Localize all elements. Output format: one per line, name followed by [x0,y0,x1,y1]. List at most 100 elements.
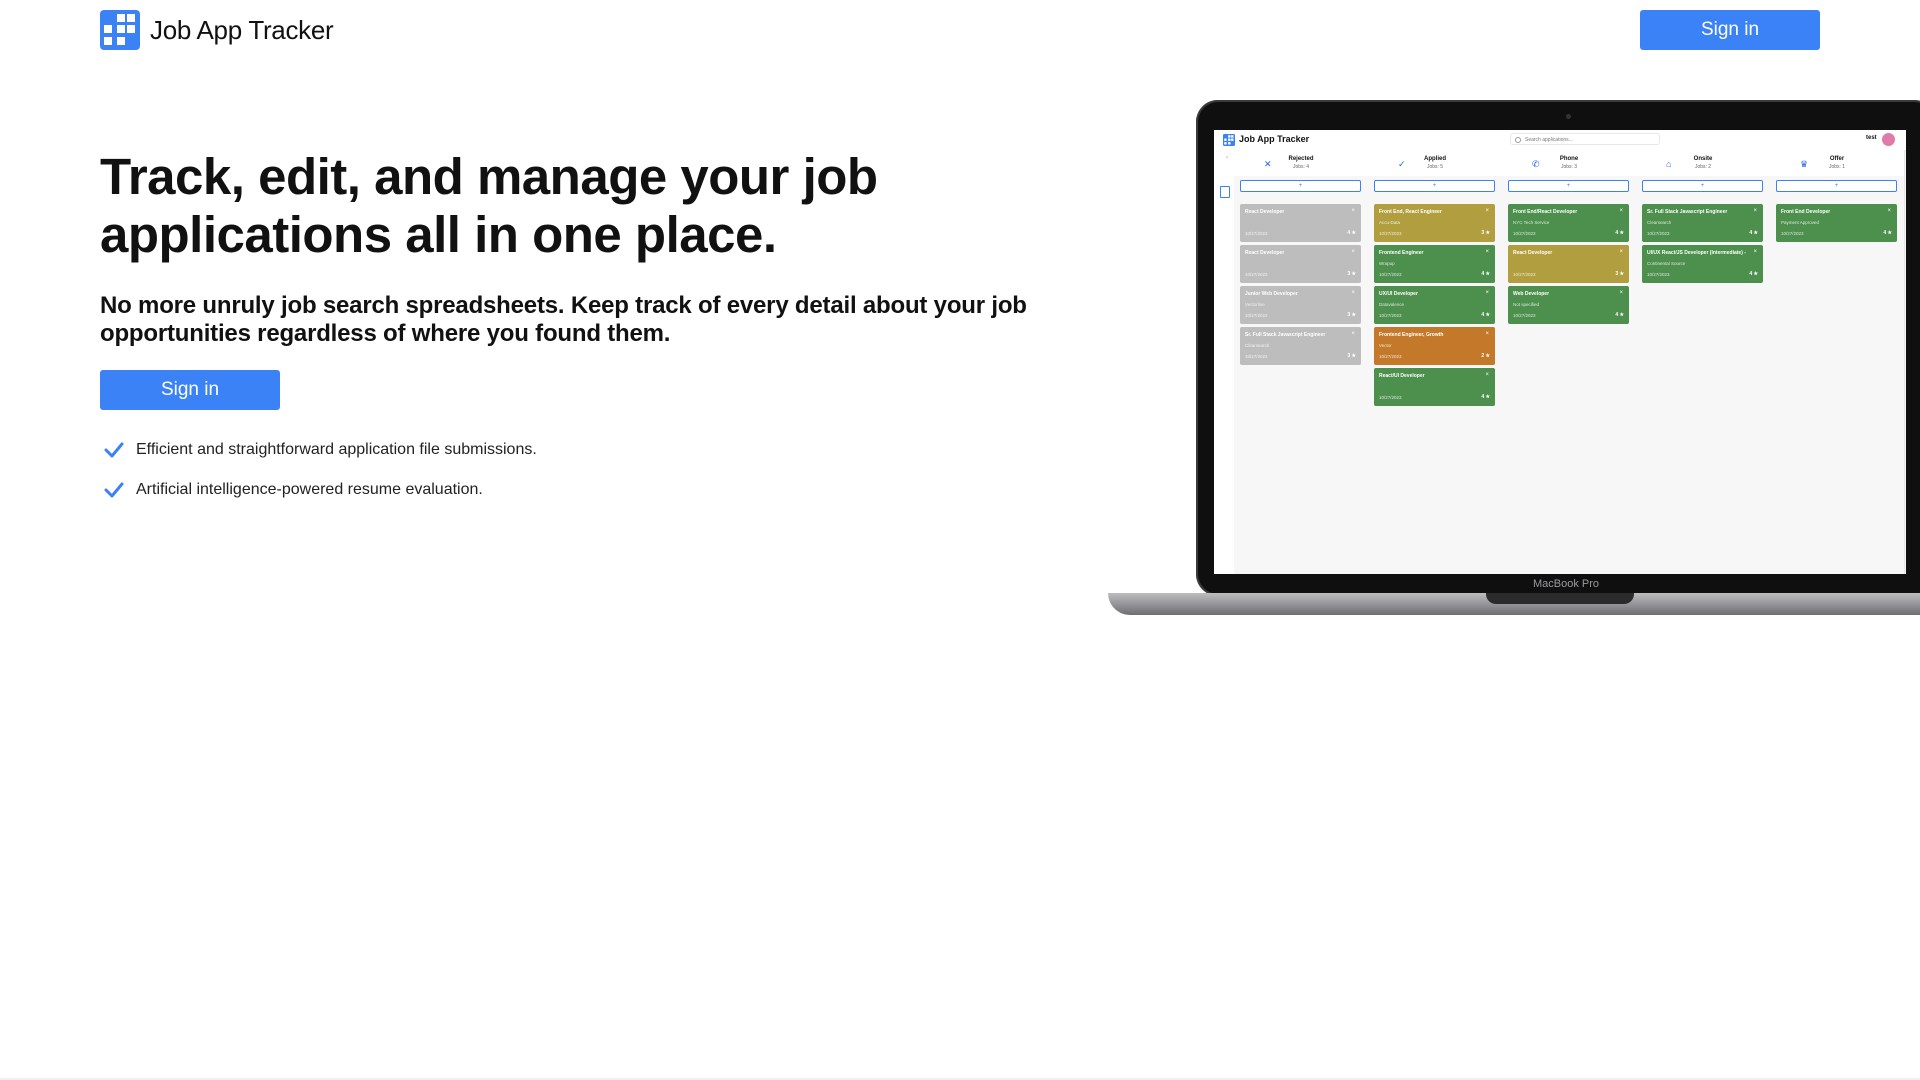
hero-headline: Track, edit, and manage your job applica… [100,148,878,263]
expand-icon: › [1226,155,1228,161]
rating-value: 4 [1481,312,1485,318]
job-card-company: Not specified [1513,302,1540,307]
column-header: ✆ Phone Jobs: 3 [1502,150,1636,176]
brand[interactable]: Job App Tracker [100,10,334,50]
checkmark-icon [104,442,124,458]
job-card-date: 10/27/2023 [1379,231,1402,236]
feature-text: Efficient and straightforward applicatio… [136,441,537,458]
job-card: React/UI Developer × 10/27/2023 4 ★ [1374,368,1495,406]
rating-value: 4 [1481,394,1485,400]
job-card-date: 10/27/2023 [1513,313,1536,318]
column-header: ✕ Rejected Jobs: 4 [1234,150,1368,176]
job-card-date: 10/27/2023 [1513,231,1536,236]
job-card-company: Vector [1379,343,1392,348]
mini-app-search: Search applications... [1510,133,1660,145]
job-card-rating: 4 ★ [1481,394,1490,400]
close-icon: × [1485,331,1489,337]
job-card-date: 10/27/2023 [1245,272,1268,277]
column-count: Jobs: 1 [1828,164,1846,170]
column-title: Applied [1424,156,1446,162]
mini-app-logo-icon [1223,134,1235,146]
rating-value: 3 [1347,353,1351,359]
job-card: Junior Web Developer × Vectorline 10/27/202… [1240,286,1361,324]
app-name: Job App Tracker [150,14,334,45]
column-header: ♛ Offer Jobs: 1 [1770,150,1904,176]
rating-value: 3 [1347,312,1351,318]
kanban-column: ✆ Phone Jobs: 3 + Front End/React Developer ×… [1502,150,1637,574]
column-count: Jobs: 2 [1694,164,1712,170]
job-card-date: 10/27/2023 [1647,231,1670,236]
job-card-rating: 4 ★ [1883,230,1892,236]
close-icon: × [1753,208,1757,214]
close-icon: × [1619,249,1623,255]
job-card-title: Frontend Engineer [1379,250,1424,256]
job-card-company: Datavalence [1379,302,1405,307]
close-icon: × [1351,249,1355,255]
job-card: React Developer × 10/27/2023 3 ★ [1240,245,1361,283]
job-card-company: Vectorline [1245,302,1265,307]
job-card-title: UI/UX React/JS Developer (Intermediate) … [1647,250,1747,256]
rating-value: 4 [1615,312,1619,318]
job-card-company: Clearsearch [1647,220,1672,225]
job-card-company: Accu-Data [1379,220,1401,225]
close-icon: × [1485,290,1489,296]
mini-app-avatar [1882,133,1895,146]
column-title: Offer [1829,156,1845,162]
job-card-rating: 4 ★ [1481,312,1490,318]
job-card-title: React Developer [1245,209,1285,215]
close-icon: × [1351,208,1355,214]
feature-item: Efficient and straightforward applicatio… [104,438,537,462]
rating-value: 3 [1615,271,1619,277]
column-title: Onsite [1693,156,1713,162]
job-card-title: UX/UI Developer [1379,291,1418,297]
job-card-date: 10/27/2023 [1781,231,1804,236]
job-card-rating: 3 ★ [1347,353,1356,359]
job-card-date: 10/27/2023 [1379,395,1402,400]
job-card-date: 10/27/2023 [1647,272,1670,277]
job-card-rating: 3 ★ [1347,271,1356,277]
job-card-rating: 4 ★ [1749,271,1758,277]
job-card: React Developer × 10/27/2023 4 ★ [1240,204,1361,242]
feature-item: Artificial intelligence-powered resume e… [104,478,537,502]
job-card-rating: 3 ★ [1481,230,1490,236]
rating-value: 4 [1749,271,1753,277]
job-card-rating: 4 ★ [1749,230,1758,236]
job-card-date: 10/27/2023 [1379,354,1402,359]
hero-section: Track, edit, and manage your job applica… [100,148,1030,348]
job-card: Frontend Engineer × Wrapup 10/27/2023 4 ★ [1374,245,1495,283]
job-card: UX/UI Developer × Datavalence 10/27/2023 4 ★ [1374,286,1495,324]
column-title: Rejected [1288,156,1314,162]
add-application-button: + [1240,180,1361,192]
feature-list: Efficient and straightforward applicatio… [104,438,537,518]
job-card: React Developer × 10/27/2023 3 ★ [1508,245,1629,283]
job-card-title: Web Developer [1513,291,1550,297]
job-card-date: 10/27/2023 [1379,272,1402,277]
laptop-screen: Job App Tracker Search applications... t… [1214,130,1906,574]
job-card-title: Sr. Full Stack Javascript Engineer [1647,209,1728,215]
laptop-mockup: Job App Tracker Search applications... t… [1108,100,1920,630]
close-icon: × [1351,290,1355,296]
job-card: UI/UX React/JS Developer (Intermediate) … [1642,245,1763,283]
close-icon: × [1887,208,1891,214]
kanban-column: ⌂ Onsite Jobs: 2 + Sr. Full Stack Javascript… [1636,150,1771,574]
job-card-company: Clearsearch [1245,343,1270,348]
mini-app-sidebar: › [1214,150,1235,574]
job-card-rating: 3 ★ [1615,271,1624,277]
header-sign-in-button[interactable]: Sign in [1640,10,1820,50]
job-card-rating: 3 ★ [1347,312,1356,318]
job-card-company: Wrapup [1379,261,1395,266]
job-card: Front End Developer × Payment Approved 10/2… [1776,204,1897,242]
column-count: Jobs: 5 [1426,164,1444,170]
job-card-rating: 4 ★ [1615,312,1624,318]
hero-subheadline: No more unruly job search spreadsheets. … [100,292,1027,347]
job-card: Frontend Engineer, Growth × Vector 10/27/20… [1374,327,1495,365]
close-icon: × [1485,208,1489,214]
hero-sign-in-button[interactable]: Sign in [100,370,280,410]
close-icon: × [1485,249,1489,255]
close-icon: × [1351,331,1355,337]
column-count: Jobs: 3 [1560,164,1578,170]
kanban-column: ♛ Offer Jobs: 1 + Front End Developer × Paymen… [1770,150,1905,574]
rating-value: 4 [1615,230,1619,236]
rating-value: 4 [1481,271,1485,277]
column-title: Phone [1559,156,1579,162]
